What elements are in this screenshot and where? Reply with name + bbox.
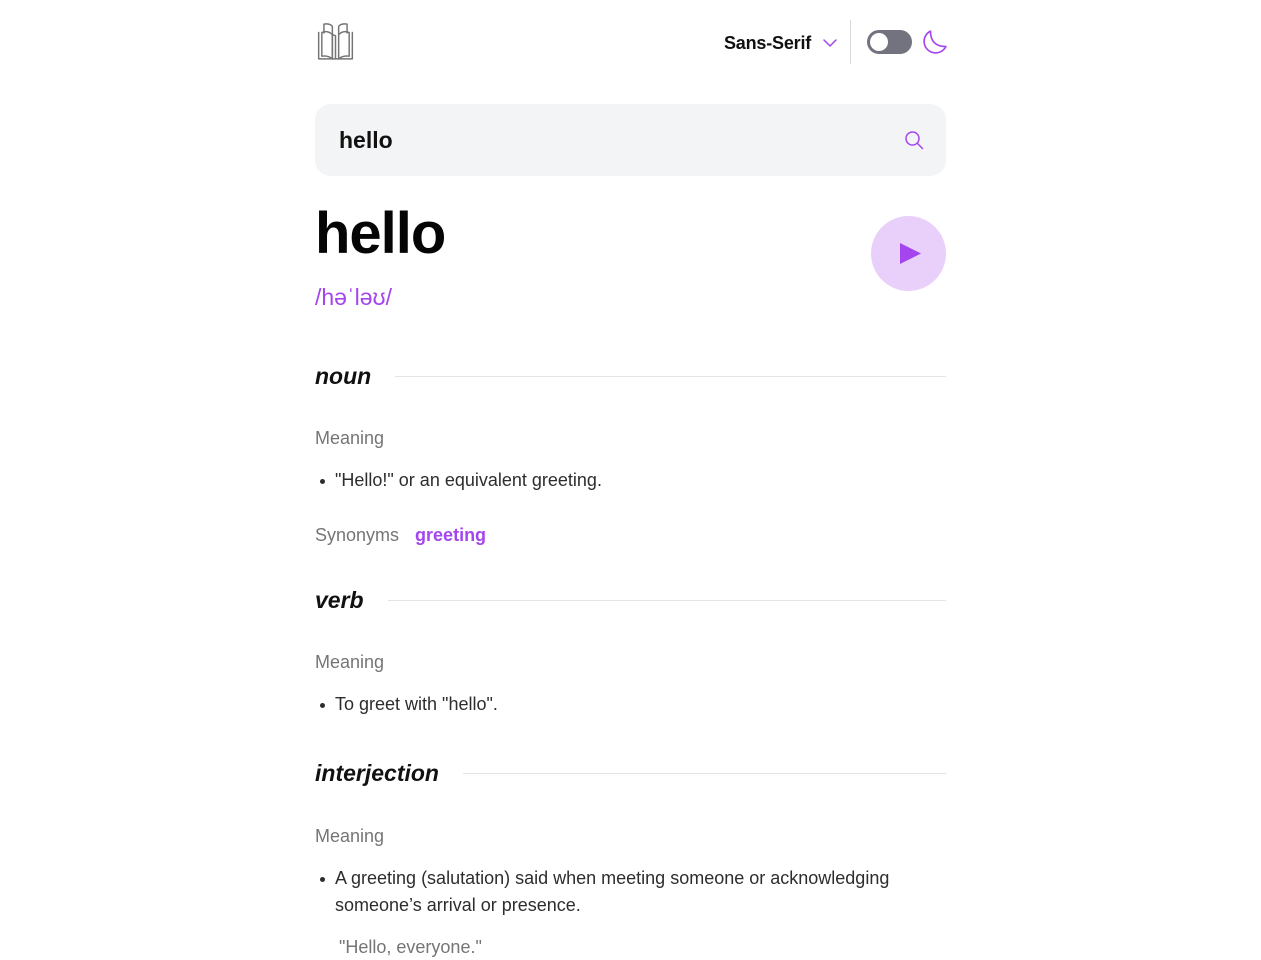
meaning-label: Meaning — [315, 428, 385, 448]
part-of-speech-row: verb — [315, 580, 946, 620]
dictionary-page: Sans-Serif hello /həˈləʊ/ — [315, 0, 947, 959]
part-of-speech-row: noun — [315, 356, 946, 396]
synonym-link[interactable]: greeting — [415, 525, 486, 546]
play-audio-button[interactable] — [871, 216, 946, 291]
chevron-down-icon — [823, 39, 837, 47]
definition-item: A greeting (salutation) said when meetin… — [315, 865, 946, 919]
search-bar — [315, 104, 946, 176]
meaning-label: Meaning — [315, 826, 385, 846]
divider-line — [387, 599, 946, 601]
definition-item: "Hello!" or an equivalent greeting. — [315, 467, 946, 494]
toggle-knob — [870, 33, 888, 51]
definition-list: A greeting (salutation) said when meetin… — [315, 865, 946, 919]
synonyms-row: Synonyms greeting — [315, 523, 946, 547]
part-of-speech: interjection — [315, 759, 439, 786]
moon-icon — [923, 30, 947, 54]
search-input[interactable] — [339, 104, 879, 176]
book-icon — [317, 23, 354, 60]
part-of-speech: noun — [315, 362, 372, 389]
definition-list: "Hello!" or an equivalent greeting. — [315, 467, 946, 494]
meaning-noun: noun Meaning "Hello!" or an equivalent g… — [315, 356, 946, 547]
part-of-speech-row: interjection — [315, 753, 946, 793]
meaning-interjection: interjection Meaning A greeting (salutat… — [315, 753, 946, 959]
meaning-verb: verb Meaning To greet with "hello". — [315, 580, 946, 718]
divider-line — [462, 772, 946, 774]
synonyms-label: Synonyms — [315, 524, 400, 545]
divider-line — [395, 375, 946, 377]
word-title: hello — [315, 201, 446, 266]
part-of-speech: verb — [315, 586, 364, 613]
search-icon[interactable] — [904, 130, 924, 150]
theme-toggle[interactable] — [867, 30, 912, 54]
font-selector-label: Sans-Serif — [724, 32, 812, 53]
definition-item: To greet with "hello". — [315, 691, 946, 718]
header-divider — [850, 20, 851, 64]
word-header: hello /həˈləʊ/ — [315, 176, 946, 336]
font-selector[interactable]: Sans-Serif — [724, 30, 837, 56]
example-text: "Hello, everyone." — [339, 937, 482, 957]
meaning-label: Meaning — [315, 652, 385, 672]
top-bar: Sans-Serif — [315, 0, 947, 104]
phonetic: /həˈləʊ/ — [315, 284, 392, 310]
definition-list: To greet with "hello". — [315, 691, 946, 718]
play-icon — [900, 243, 921, 264]
